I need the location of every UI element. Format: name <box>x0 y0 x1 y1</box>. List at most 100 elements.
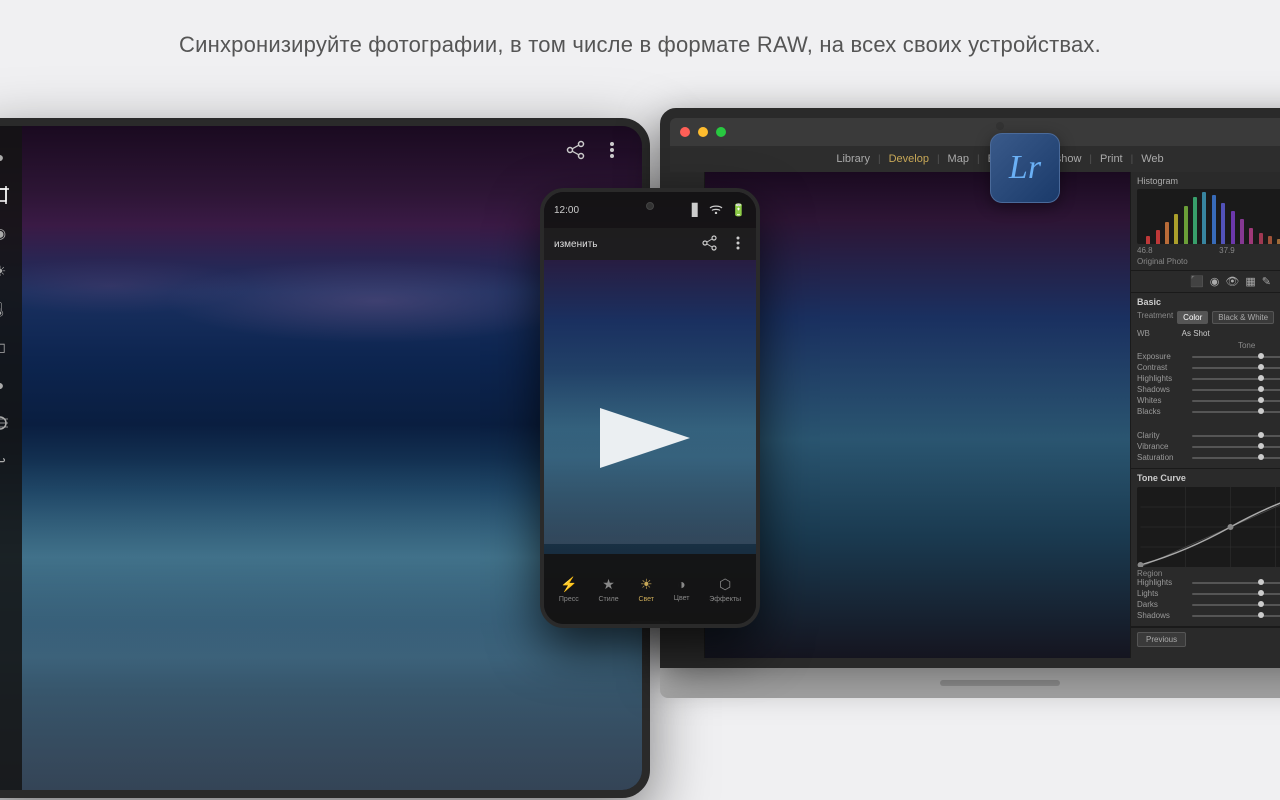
exposure-row: Exposure +0.55 <box>1137 352 1280 361</box>
tone-curve-panel: Tone Curve ▼ <box>1131 469 1280 627</box>
tool-spot[interactable]: ◉ <box>1210 275 1220 288</box>
phone-tab-style[interactable]: ★ Стиле <box>599 576 619 603</box>
tablet-share-icon[interactable] <box>566 140 586 165</box>
lr-app-icon: Lr <box>990 133 1060 203</box>
highlights-row: Highlights -26 <box>1137 374 1280 383</box>
phone-lr-topbar: изменить <box>544 228 756 260</box>
tc-darks-slider[interactable] <box>1192 604 1280 606</box>
phone-tab-color[interactable]: ◑ Цвет <box>674 576 690 602</box>
phone-battery-icon: 🔋 <box>731 203 746 217</box>
histogram-header: Histogram ▼ <box>1137 176 1280 186</box>
tool-crop[interactable]: ⬛ <box>1190 275 1204 288</box>
saturation-slider[interactable] <box>1192 457 1280 459</box>
clarity-slider[interactable] <box>1192 435 1280 437</box>
histogram-section: Histogram ▼ <box>1131 172 1280 271</box>
nav-library[interactable]: Library <box>828 153 878 165</box>
shadows-slider[interactable] <box>1192 389 1280 391</box>
highlights-slider[interactable] <box>1192 378 1280 380</box>
previous-button[interactable]: Previous <box>1137 632 1186 647</box>
tone-curve-header[interactable]: Tone Curve ▼ <box>1137 473 1280 483</box>
presence-label: Presence <box>1137 420 1280 429</box>
tool-brush[interactable]: ✎ <box>1262 275 1271 288</box>
tc-highlights-slider[interactable] <box>1192 582 1280 584</box>
toolbar-undo-icon[interactable]: ↩ <box>0 450 11 472</box>
basic-panel-header[interactable]: Basic ▼ <box>1137 297 1280 307</box>
toolbar-detail-icon[interactable] <box>0 412 11 434</box>
blacks-row: Blacks +18 <box>1137 407 1280 416</box>
shadows-row: Shadows +20 <box>1137 385 1280 394</box>
orig-photo-label: Original Photo <box>1137 257 1280 266</box>
phone-lr-title: изменить <box>554 239 698 250</box>
tablet-menu-icon[interactable] <box>602 140 622 165</box>
exposure-slider[interactable] <box>1192 356 1280 358</box>
lr-top-bar <box>670 118 1280 146</box>
tc-highlights-row: Highlights — <box>1137 578 1280 587</box>
phone-menu-icon[interactable] <box>730 235 746 254</box>
histogram-canvas <box>1137 189 1280 244</box>
phone-tab-light[interactable]: ☀ Свет <box>638 576 654 603</box>
nav-web[interactable]: Web <box>1133 153 1171 165</box>
phone-status-bar: 12:00 ▋ 🔋 <box>544 192 756 228</box>
top-text: Синхронизируйте фотографии, в том числе … <box>0 0 1280 78</box>
phone-camera <box>646 202 654 210</box>
lr-bottom-buttons: Previous Reset <box>1131 627 1280 651</box>
whites-row: Whites +24 <box>1137 396 1280 405</box>
tc-shadows-slider[interactable] <box>1192 615 1280 617</box>
phone-tab-preset[interactable]: ⚡ Пресс <box>559 576 579 603</box>
tc-lights-slider[interactable] <box>1192 593 1280 595</box>
laptop-camera <box>996 122 1004 130</box>
phone-signal-icon: ▋ <box>692 203 701 217</box>
vibrance-slider[interactable] <box>1192 446 1280 448</box>
toolbar-lens-icon[interactable]: ◻ <box>0 336 11 358</box>
toolbar-light-icon[interactable]: ● <box>0 146 11 168</box>
tc-lights-row: Lights — <box>1137 589 1280 598</box>
tone-label: Tone <box>1238 341 1255 350</box>
tone-curve-canvas <box>1137 487 1280 567</box>
nav-print[interactable]: Print <box>1092 153 1131 165</box>
sync-arrow <box>580 398 700 478</box>
wb-row: WB As Shot ✦ <box>1137 328 1280 339</box>
phone-wifi-icon <box>709 203 723 217</box>
nav-develop[interactable]: Develop <box>881 153 937 165</box>
saturation-row: Saturation 0 <box>1137 453 1280 462</box>
phone-tab-effects[interactable]: ⬡ Эффекты <box>709 576 741 603</box>
contrast-row: Contrast +4 <box>1137 363 1280 372</box>
contrast-slider[interactable] <box>1192 367 1280 369</box>
tool-grad[interactable]: ▦ <box>1245 275 1255 288</box>
toolbar-adjust-icon[interactable]: ◉ <box>0 222 11 244</box>
hist-r-val: 46.8 <box>1137 246 1153 255</box>
lightroom-ui: Library | Develop | Map | Book | Slidesh… <box>670 118 1280 658</box>
vibrance-row: Vibrance 0 <box>1137 442 1280 451</box>
toolbar-tone-icon[interactable]: ☀ <box>0 260 11 282</box>
basic-panel: Basic ▼ Treatment Color Black & White WB… <box>1131 293 1280 469</box>
lr-right-panel: Histogram ▼ <box>1130 172 1280 658</box>
scene: ● ◉ ☀ 🌡 ◻ ◑ ↩ <box>0 88 1280 788</box>
lr-photo <box>705 172 1130 658</box>
hist-g-val: 37.9 <box>1219 246 1235 255</box>
phone-top-icons: ▋ 🔋 <box>692 203 746 217</box>
blacks-slider[interactable] <box>1192 411 1280 413</box>
treatment-row: Treatment Color Black & White <box>1137 311 1280 324</box>
lr-nav: Library | Develop | Map | Book | Slidesh… <box>670 146 1280 172</box>
lr-content: Histogram ▼ <box>670 172 1280 658</box>
region-label: Region <box>1137 569 1280 578</box>
toolbar-effects-icon[interactable]: ◑ <box>0 374 11 396</box>
laptop-base <box>660 668 1280 698</box>
histogram-values: 46.8 37.9 50.7% <box>1137 246 1280 255</box>
histogram-label: Histogram <box>1137 176 1178 186</box>
phone-bottom-bar: ⚡ Пресс ★ Стиле ☀ Свет ◑ Цвет ⬡ Эффект <box>544 554 756 624</box>
lr-photo-area <box>705 172 1130 658</box>
clarity-row: Clarity 0 <box>1137 431 1280 440</box>
tc-shadows-row: Shadows — <box>1137 611 1280 620</box>
phone-status-text: 12:00 <box>554 205 579 216</box>
nav-map[interactable]: Map <box>940 153 977 165</box>
toolbar-crop-icon[interactable] <box>0 184 11 206</box>
whites-slider[interactable] <box>1192 400 1280 402</box>
bw-btn[interactable]: Black & White <box>1212 311 1274 324</box>
tc-darks-row: Darks — <box>1137 600 1280 609</box>
tool-redeye[interactable]: 👁 <box>1225 275 1239 288</box>
toolbar-color-icon[interactable]: 🌡 <box>0 298 11 320</box>
phone-share-icon[interactable] <box>702 235 718 254</box>
color-btn[interactable]: Color <box>1177 311 1208 324</box>
tablet-toolbar: ● ◉ ☀ 🌡 ◻ ◑ ↩ <box>0 126 22 790</box>
